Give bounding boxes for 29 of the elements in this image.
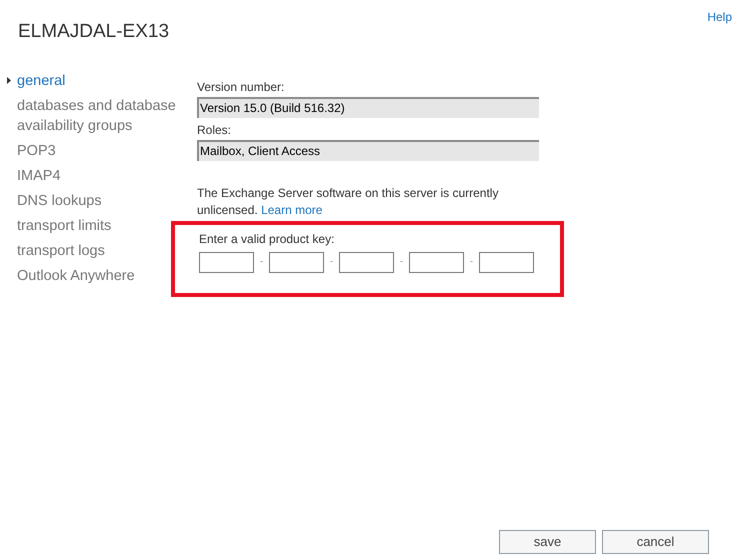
readonly-field[interactable]: Mailbox, Client Access [197,140,539,160]
sidebar-item[interactable]: POP3 [17,140,177,160]
save-button[interactable]: save [499,530,596,554]
learn-more-link[interactable]: Learn more [261,202,322,216]
product-key-field[interactable] [199,252,254,272]
sidebar-item[interactable]: databases and database availability groups [17,96,177,136]
product-key-field[interactable] [409,252,464,272]
sidebar-item[interactable]: DNS lookups [17,190,177,210]
help-link[interactable]: Help [707,8,732,26]
key-separator: - [399,255,404,268]
page-title: ELMAJDAL-EX13 [18,20,170,44]
field-label: Version number: [197,78,286,96]
key-separator: - [259,255,264,268]
product-key-field[interactable] [269,252,324,272]
product-key-field[interactable] [339,252,394,272]
sidebar-item[interactable]: IMAP4 [17,166,177,186]
field-label: Enter a valid product key: [199,230,336,248]
product-key-field[interactable] [479,252,534,272]
key-separator: - [329,255,334,268]
sidebar-item[interactable]: transport limits [17,216,177,236]
key-separator: - [469,255,474,268]
license-notice: The Exchange Server software on this server is currently unlicensed. Learn more [197,184,500,218]
field-label: Roles: [197,122,232,138]
readonly-field[interactable]: Version 15.0 (Build 516.32) [197,96,539,118]
sidebar-item[interactable]: Outlook Anywhere [17,266,177,286]
arrow-icon [7,76,11,84]
sidebar-item[interactable]: general [17,70,177,90]
cancel-button[interactable]: cancel [602,530,709,554]
sidebar-item[interactable]: transport logs [17,240,177,260]
